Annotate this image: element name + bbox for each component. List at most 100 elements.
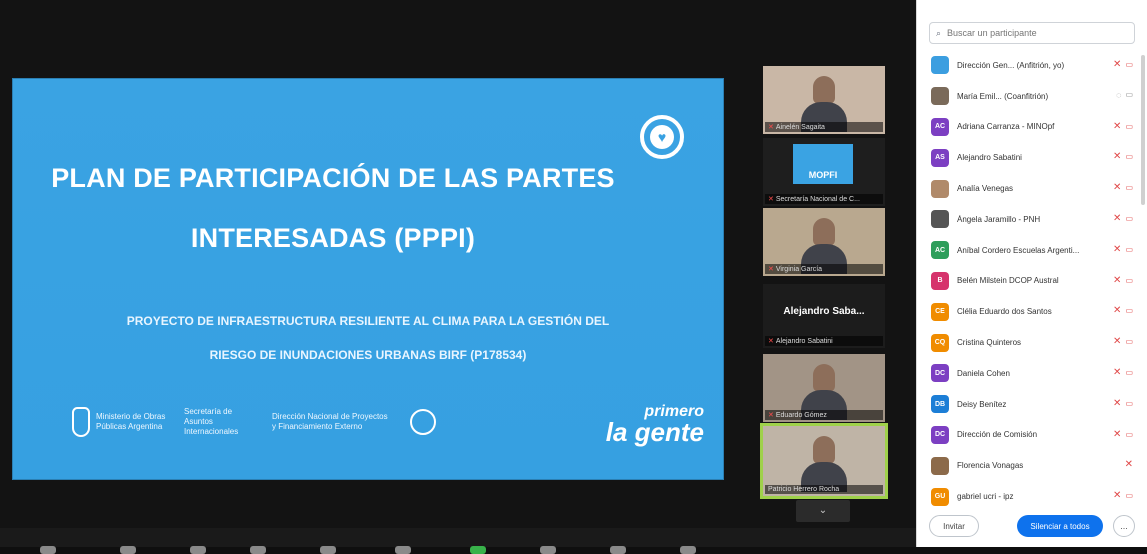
participant-row[interactable]: AS Alejandro Sabatini ✕ ▭: [931, 142, 1137, 173]
search-icon: ⌕: [936, 27, 942, 38]
ministry-logo-text: Ministerio de Obras Públicas Argentina: [96, 412, 166, 431]
slide-subtitle: PROYECTO DE INFRAESTRUCTURA RESILIENTE A…: [42, 304, 694, 372]
mic-on-icon[interactable]: ◌: [1116, 90, 1121, 100]
video-off-icon[interactable]: ▭: [1125, 214, 1133, 223]
video-icon[interactable]: [120, 546, 136, 554]
mic-muted-icon[interactable]: ✕: [1113, 429, 1121, 440]
active-speaker-tile[interactable]: Patricio Herrero Rocha: [760, 423, 888, 499]
mute-all-button[interactable]: Silenciar a todos: [1017, 515, 1103, 537]
video-tile[interactable]: ✕ Virginia García: [763, 208, 885, 276]
avatar: [931, 179, 949, 198]
mic-muted-icon[interactable]: ✕: [1113, 213, 1121, 224]
slide-title: PLAN DE PARTICIPACIÓN DE LAS PARTES INTE…: [12, 148, 654, 268]
participant-row[interactable]: AC Adriana Carranza - MINOpf ✕ ▭: [931, 112, 1137, 143]
participant-row[interactable]: B Belén Milstein DCOP Austral ✕ ▭: [931, 266, 1137, 297]
mic-muted-icon[interactable]: ✕: [1113, 151, 1121, 162]
mic-muted-icon: ✕: [768, 412, 774, 419]
share-screen-icon[interactable]: [395, 546, 411, 554]
participant-name: Ángela Jaramillo - PNH: [957, 214, 1041, 224]
participant-search-input[interactable]: [945, 27, 1120, 39]
participant-row[interactable]: AC Aníbal Cordero Escuelas Argenti... ✕ ▭: [931, 235, 1137, 266]
video-off-icon[interactable]: ▭: [1125, 122, 1133, 131]
mic-muted-icon[interactable]: ✕: [1113, 490, 1121, 501]
video-off-icon[interactable]: ▭: [1125, 60, 1133, 69]
scroll-down-button[interactable]: ⌄: [796, 500, 850, 522]
participant-face: [813, 76, 835, 104]
slide-logo-row: Ministerio de Obras Públicas Argentina S…: [72, 392, 704, 452]
participants-icon[interactable]: [250, 546, 266, 554]
video-tile-name: ✕ Virginia García: [765, 264, 883, 274]
video-tile[interactable]: ✕ Eduardo Gómez: [763, 354, 885, 422]
mic-muted-icon[interactable]: ✕: [1113, 336, 1121, 347]
video-tile-name-text: Patricio Herrero Rocha: [768, 486, 840, 493]
avatar: AC: [931, 117, 949, 136]
mic-muted-icon[interactable]: ✕: [1113, 305, 1121, 316]
mic-muted-icon: ✕: [768, 124, 774, 131]
participant-row[interactable]: CQ Cristina Quinteros ✕ ▭: [931, 327, 1137, 358]
chat-icon[interactable]: [320, 546, 336, 554]
heart-logo-icon: ♥: [640, 115, 684, 159]
mic-muted-icon[interactable]: ✕: [1113, 59, 1121, 70]
participant-row[interactable]: DC Dirección de Comisión ✕ ▭: [931, 420, 1137, 451]
video-on-icon[interactable]: ▭: [1125, 90, 1133, 99]
security-icon[interactable]: [190, 546, 206, 554]
mic-muted-icon[interactable]: ✕: [1113, 121, 1121, 132]
video-off-icon[interactable]: ▭: [1125, 152, 1133, 161]
share-active-icon[interactable]: [470, 546, 486, 554]
video-off-icon[interactable]: ▭: [1125, 183, 1133, 192]
participant-row[interactable]: DC Daniela Cohen ✕ ▭: [931, 358, 1137, 389]
participant-row[interactable]: Analía Venegas ✕ ▭: [931, 173, 1137, 204]
participant-list-scrollbar[interactable]: [1141, 55, 1145, 205]
participant-status: ✕ ▭: [1113, 275, 1133, 286]
participant-search[interactable]: ⌕: [929, 22, 1135, 44]
reactions-icon[interactable]: [610, 546, 626, 554]
participant-status: ✕ ▭: [1113, 182, 1133, 193]
video-off-icon[interactable]: ▭: [1125, 399, 1133, 408]
participant-row[interactable]: Ángela Jaramillo - PNH ✕ ▭: [931, 204, 1137, 235]
avatar: B: [931, 271, 949, 290]
video-tile[interactable]: MOPFI ✕ Secretaría Nacional de C...: [763, 138, 885, 206]
more-icon[interactable]: [680, 546, 696, 554]
direccion-logo: Dirección Nacional de Proyectos y Financ…: [272, 412, 392, 432]
participant-row[interactable]: María Emil... (Coanfitrión) ◌ ▭: [931, 81, 1137, 112]
participant-row[interactable]: DB Deisy Benítez ✕ ▭: [931, 389, 1137, 420]
video-off-icon[interactable]: ▭: [1125, 368, 1133, 377]
video-off-icon[interactable]: ▭: [1125, 276, 1133, 285]
video-off-icon[interactable]: ▭: [1125, 491, 1133, 500]
meeting-stage: PLAN DE PARTICIPACIÓN DE LAS PARTES INTE…: [0, 0, 916, 554]
video-tile[interactable]: ✕ Ainelén Sagaita: [763, 66, 885, 134]
secretaria-logo: Secretaría de Asuntos Internacionales: [184, 407, 254, 437]
more-options-button[interactable]: ...: [1113, 515, 1135, 537]
participant-status: ✕: [1125, 459, 1133, 470]
avatar: CE: [931, 302, 949, 321]
video-tile[interactable]: Alejandro Saba... ✕ Alejandro Sabatini: [763, 284, 885, 348]
participant-row[interactable]: Dirección Gen... (Anfitrión, yo) ✕ ▭: [931, 50, 1137, 81]
mic-muted-icon[interactable]: ✕: [1113, 244, 1121, 255]
video-off-icon[interactable]: ▭: [1125, 306, 1133, 315]
invite-button[interactable]: Invitar: [929, 515, 979, 537]
participant-row[interactable]: Florencia Vonagas ✕: [931, 450, 1137, 481]
participant-status: ✕ ▭: [1113, 429, 1133, 440]
video-off-icon[interactable]: ▭: [1125, 245, 1133, 254]
mic-muted-icon: ✕: [768, 266, 774, 273]
video-tile-name: Patricio Herrero Rocha: [765, 485, 883, 494]
record-icon[interactable]: [540, 546, 556, 554]
participant-status: ✕ ▭: [1113, 367, 1133, 378]
participant-row[interactable]: CE Clélia Eduardo dos Santos ✕ ▭: [931, 296, 1137, 327]
video-tile-name-text: Eduardo Gómez: [775, 412, 827, 419]
primero-la-gente-logo: primero la gente: [605, 402, 704, 447]
mic-muted-icon[interactable]: ✕: [1113, 398, 1121, 409]
video-off-icon[interactable]: ▭: [1125, 430, 1133, 439]
participant-face: [813, 364, 835, 392]
brand-line2: la gente: [605, 417, 704, 447]
participant-status: ✕ ▭: [1113, 305, 1133, 316]
video-tile-name-text: Secretaría Nacional de C...: [775, 196, 860, 203]
video-off-icon[interactable]: ▭: [1125, 337, 1133, 346]
mic-muted-icon[interactable]: ✕: [1125, 459, 1133, 470]
mic-muted-icon[interactable]: ✕: [1113, 367, 1121, 378]
slide-subtitle-line1: PROYECTO DE INFRAESTRUCTURA RESILIENTE A…: [126, 314, 610, 328]
mic-muted-icon[interactable]: ✕: [1113, 275, 1121, 286]
participant-row[interactable]: GU gabriel ucri - ipz ✕ ▭: [931, 481, 1137, 512]
mic-muted-icon[interactable]: ✕: [1113, 182, 1121, 193]
mute-icon[interactable]: [40, 546, 56, 554]
